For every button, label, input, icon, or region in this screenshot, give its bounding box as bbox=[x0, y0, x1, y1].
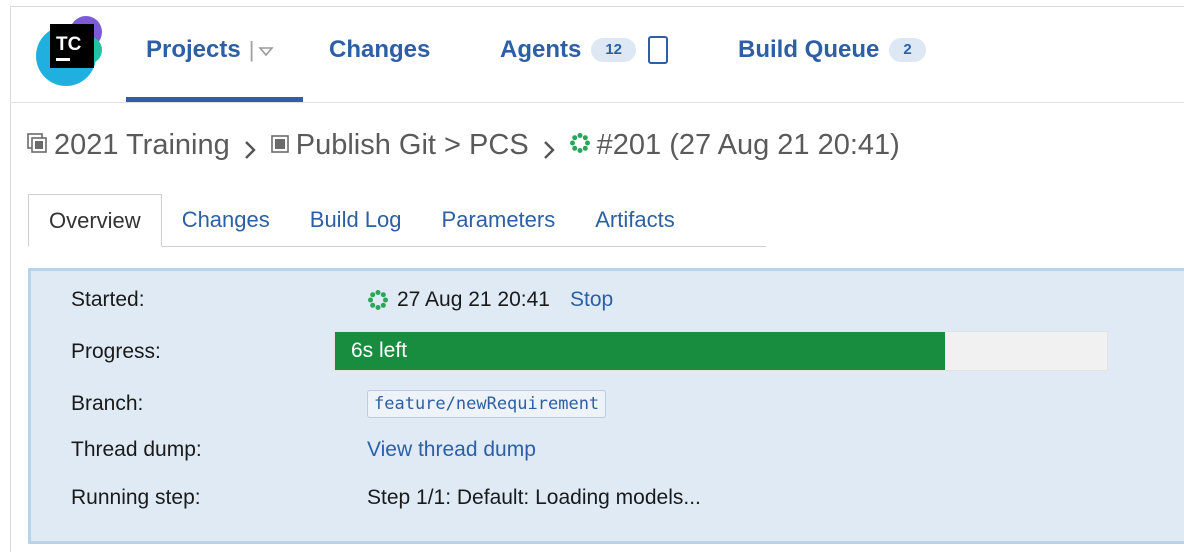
thread-dump-label: Thread dump: bbox=[71, 438, 202, 461]
started-value-group: 27 Aug 21 20:41 Stop bbox=[367, 288, 613, 312]
branch-label: Branch: bbox=[71, 392, 144, 415]
branch-tag[interactable]: feature/newRequirement bbox=[367, 390, 607, 418]
dropdown-chevron-icon[interactable] bbox=[258, 36, 275, 64]
view-thread-dump-link[interactable]: View thread dump bbox=[367, 438, 536, 462]
progress-label: Progress: bbox=[71, 340, 161, 363]
build-tabs: Overview Changes Build Log Parameters Ar… bbox=[28, 194, 766, 247]
breadcrumb: 2021 Training Publish Git > PCS #201 (27… bbox=[26, 125, 900, 165]
build-details-panel: Started: 27 Aug 21 20:41 Stop Progress: … bbox=[28, 268, 1184, 544]
tab-parameters[interactable]: Parameters bbox=[422, 194, 576, 246]
nav-separator: | bbox=[248, 37, 255, 62]
tab-overview[interactable]: Overview bbox=[28, 194, 162, 247]
build-queue-count-badge: 2 bbox=[889, 38, 926, 62]
running-build-icon bbox=[367, 289, 389, 311]
build-config-icon bbox=[270, 129, 290, 162]
nav-projects[interactable]: Projects | bbox=[146, 30, 275, 70]
branch-value-group: feature/newRequirement bbox=[367, 390, 607, 418]
nav-projects-label: Projects bbox=[146, 36, 241, 63]
running-build-icon bbox=[569, 129, 591, 162]
stop-build-link[interactable]: Stop bbox=[570, 288, 613, 312]
running-step-label: Running step: bbox=[71, 486, 201, 509]
nav-agents-label: Agents bbox=[500, 36, 582, 63]
project-icon bbox=[26, 129, 48, 162]
nav-changes-label: Changes bbox=[329, 36, 431, 63]
nav-build-queue-label: Build Queue bbox=[738, 36, 880, 63]
tab-build-log[interactable]: Build Log bbox=[290, 194, 422, 246]
nav-agents[interactable]: Agents 12 bbox=[500, 30, 669, 70]
top-navigation: TC Projects | Changes Agents 12 Build Qu… bbox=[10, 6, 1184, 103]
progress-bar-fill bbox=[335, 332, 945, 370]
agents-count-badge: 12 bbox=[591, 38, 637, 62]
tab-changes[interactable]: Changes bbox=[162, 194, 290, 246]
chevron-right-icon bbox=[244, 135, 256, 159]
started-label: Started: bbox=[71, 288, 145, 311]
breadcrumb-build-config-link[interactable]: Publish Git > PCS bbox=[296, 129, 529, 162]
running-step-value: Step 1/1: Default: Loading models... bbox=[367, 486, 701, 509]
chevron-right-icon bbox=[543, 135, 555, 159]
breadcrumb-build-number: #201 (27 Aug 21 20:41) bbox=[596, 128, 900, 161]
logo-text: TC bbox=[56, 34, 82, 55]
nav-changes[interactable]: Changes bbox=[329, 30, 430, 70]
tab-artifacts[interactable]: Artifacts bbox=[575, 194, 694, 246]
breadcrumb-project-link[interactable]: 2021 Training bbox=[54, 129, 230, 162]
active-tab-indicator bbox=[126, 97, 303, 102]
nav-build-queue[interactable]: Build Queue 2 bbox=[738, 30, 926, 70]
agent-device-icon bbox=[648, 36, 669, 64]
started-value: 27 Aug 21 20:41 bbox=[397, 288, 550, 311]
progress-bar: 6s left bbox=[334, 331, 1108, 371]
teamcity-logo-icon[interactable]: TC bbox=[32, 10, 112, 90]
progress-text: 6s left bbox=[351, 339, 408, 362]
